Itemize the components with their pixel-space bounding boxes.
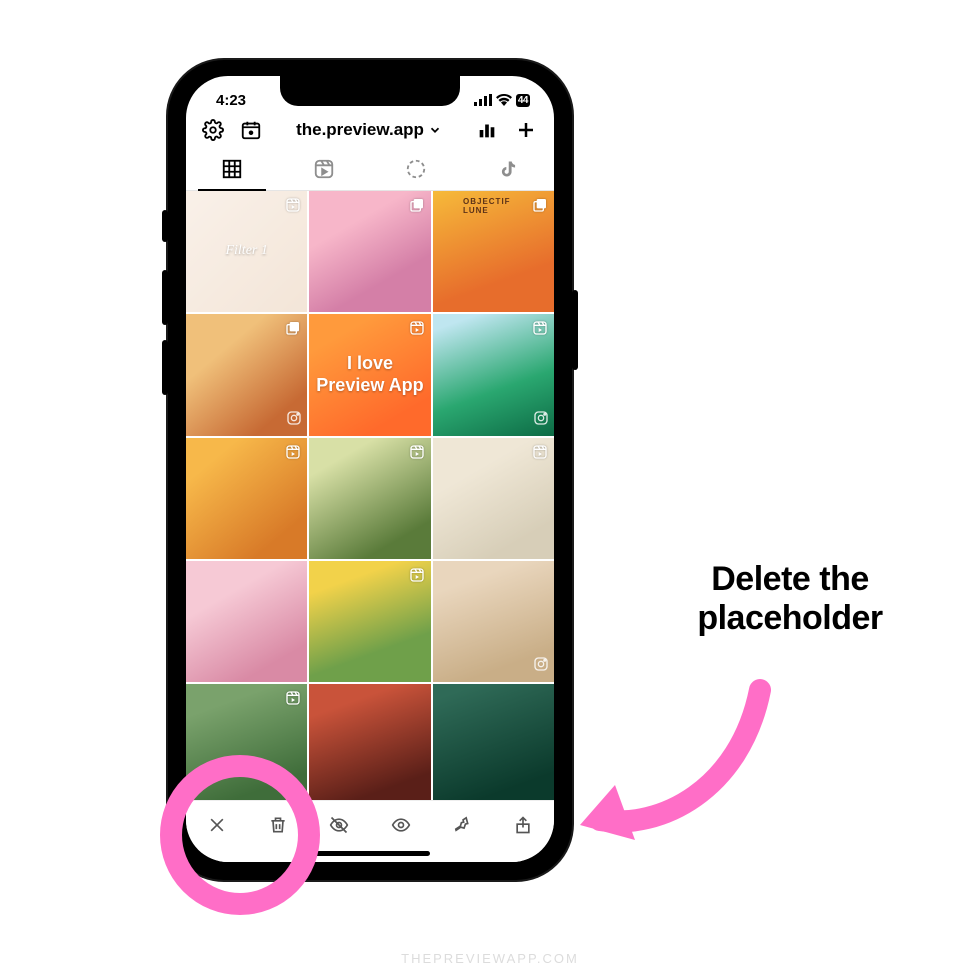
post-label: I love Preview App <box>309 314 430 435</box>
post-cell[interactable] <box>433 191 554 312</box>
instagram-icon <box>533 410 549 431</box>
post-cell[interactable] <box>186 314 307 435</box>
feed-tabs <box>186 150 554 191</box>
post-cell[interactable] <box>433 314 554 435</box>
delete-icon[interactable] <box>265 812 291 838</box>
status-time: 4:23 <box>216 92 246 109</box>
phone-side-button <box>162 340 168 395</box>
wifi-icon <box>496 94 512 106</box>
post-cell[interactable] <box>186 561 307 682</box>
phone-frame: 4:23 44 the.previ <box>168 60 572 880</box>
carousel-badge-icon <box>408 196 426 214</box>
post-label: Filter 1 <box>186 191 307 312</box>
phone-side-button <box>162 270 168 325</box>
top-toolbar: the.preview.app <box>186 112 554 150</box>
watermark: THEPREVIEWAPP.COM <box>0 951 980 966</box>
phone-side-button <box>572 290 578 370</box>
show-icon[interactable] <box>388 812 414 838</box>
hide-icon[interactable] <box>326 812 352 838</box>
close-icon[interactable] <box>204 812 230 838</box>
calendar-icon[interactable] <box>240 119 262 141</box>
reel-badge-icon <box>531 319 549 337</box>
post-cell[interactable] <box>309 191 430 312</box>
carousel-badge-icon <box>284 319 302 337</box>
post-cell[interactable]: Filter 1 <box>186 191 307 312</box>
reel-badge-icon <box>284 443 302 461</box>
tab-tiktok[interactable] <box>462 150 554 190</box>
notch <box>280 76 460 106</box>
post-grid: Filter 1I love Preview App <box>186 191 554 806</box>
instagram-icon <box>286 410 302 431</box>
share-icon[interactable] <box>510 812 536 838</box>
tab-grid[interactable] <box>186 150 278 190</box>
phone-side-button <box>162 210 168 242</box>
reel-badge-icon <box>531 443 549 461</box>
settings-icon[interactable] <box>202 119 224 141</box>
carousel-badge-icon <box>531 196 549 214</box>
battery-badge: 44 <box>516 94 530 107</box>
pin-icon[interactable] <box>449 812 475 838</box>
post-cell[interactable]: I love Preview App <box>309 314 430 435</box>
post-cell[interactable] <box>309 561 430 682</box>
account-name: the.preview.app <box>296 120 424 140</box>
home-indicator <box>310 851 430 856</box>
reel-badge-icon <box>284 689 302 707</box>
chevron-down-icon <box>428 123 442 137</box>
analytics-icon[interactable] <box>476 119 498 141</box>
account-switcher[interactable]: the.preview.app <box>296 120 442 140</box>
post-cell[interactable] <box>433 684 554 805</box>
instagram-icon <box>533 656 549 677</box>
post-cell[interactable] <box>186 438 307 559</box>
post-cell[interactable] <box>433 438 554 559</box>
post-cell[interactable] <box>433 561 554 682</box>
tab-stories[interactable] <box>370 150 462 190</box>
annotation-arrow <box>560 670 780 850</box>
tab-reels[interactable] <box>278 150 370 190</box>
post-cell[interactable] <box>309 684 430 805</box>
post-cell[interactable] <box>186 684 307 805</box>
signal-icon <box>474 94 492 106</box>
screen: 4:23 44 the.previ <box>186 76 554 862</box>
reel-badge-icon <box>408 566 426 584</box>
reel-badge-icon <box>408 443 426 461</box>
add-icon[interactable] <box>514 118 538 142</box>
post-cell[interactable] <box>309 438 430 559</box>
annotation-text: Delete the placeholder <box>660 560 920 638</box>
